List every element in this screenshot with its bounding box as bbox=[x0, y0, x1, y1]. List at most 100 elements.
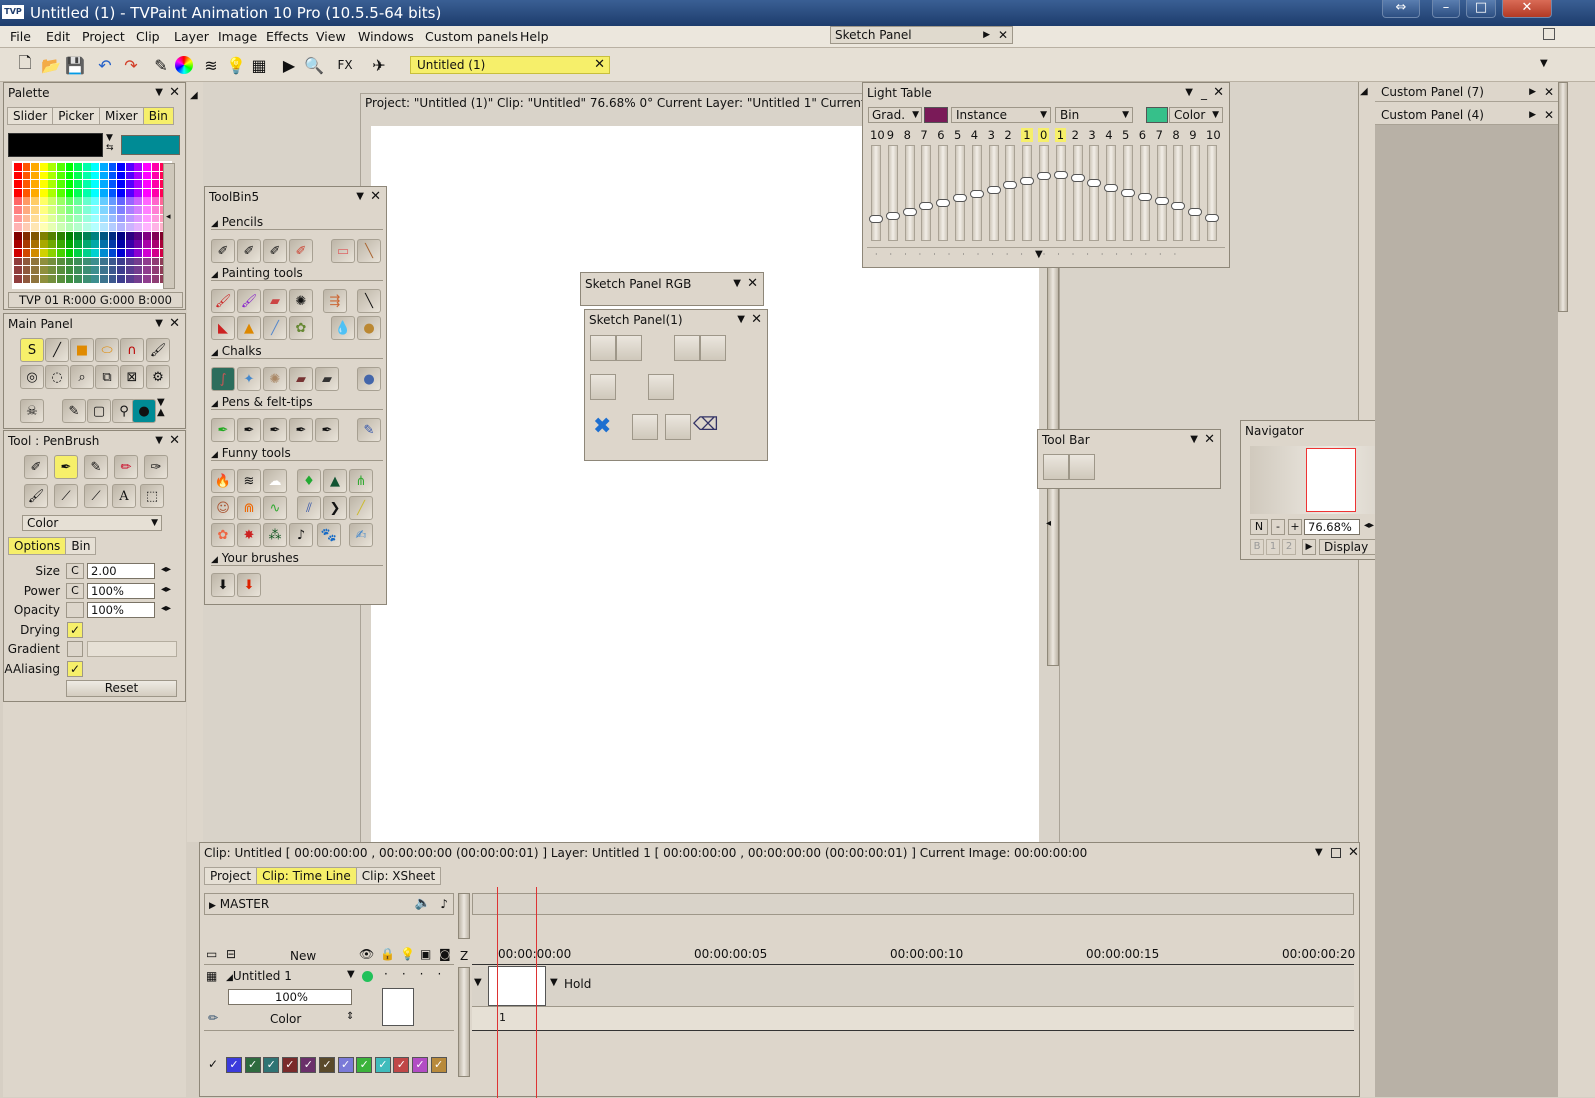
color-swatch[interactable] bbox=[74, 257, 82, 266]
color-swatch[interactable] bbox=[14, 180, 22, 188]
light-table-number[interactable]: 9 bbox=[887, 128, 894, 142]
color-swatch[interactable] bbox=[14, 205, 22, 214]
light-table-slider[interactable] bbox=[1154, 145, 1169, 241]
color-swatch[interactable] bbox=[151, 223, 160, 231]
menu-image[interactable]: Image bbox=[218, 29, 257, 44]
color-swatch[interactable] bbox=[22, 171, 31, 180]
pencil-mode-icon[interactable]: ✎ bbox=[62, 399, 86, 423]
menu-layer[interactable]: Layer bbox=[174, 29, 209, 44]
ink-brush-icon[interactable]: ✑ bbox=[144, 455, 168, 479]
color-swatch[interactable] bbox=[91, 171, 100, 180]
color-swatch[interactable] bbox=[99, 188, 108, 197]
color-swatch[interactable] bbox=[99, 257, 108, 266]
light-table-slider[interactable] bbox=[1121, 145, 1135, 241]
layer-opacity-input[interactable]: 100% bbox=[228, 989, 352, 1005]
color-swatch[interactable] bbox=[125, 231, 134, 240]
color-swatch[interactable] bbox=[117, 266, 125, 274]
fill-tool-icon[interactable]: 🖌 bbox=[146, 338, 170, 362]
color-swatch[interactable] bbox=[91, 188, 100, 197]
paper-plane-icon[interactable]: ✈ bbox=[368, 54, 390, 76]
color-swatch[interactable] bbox=[142, 214, 151, 223]
rectangle-tool-icon[interactable]: ■ bbox=[70, 338, 94, 362]
pen-2-icon[interactable]: ✒ bbox=[237, 418, 261, 442]
layer-mode[interactable]: Color bbox=[270, 1012, 301, 1026]
snake-icon[interactable]: ∿ bbox=[263, 496, 287, 520]
color-swatch[interactable] bbox=[117, 214, 125, 223]
restore-icon[interactable] bbox=[1543, 28, 1555, 40]
nav-play-icon[interactable]: ▶ bbox=[1302, 539, 1316, 555]
color-swatch[interactable] bbox=[125, 274, 134, 283]
color-swatch[interactable] bbox=[39, 274, 48, 283]
close-icon[interactable]: ✕ bbox=[747, 274, 758, 294]
grad-select[interactable]: Grad. ▼ bbox=[868, 107, 922, 123]
audio-settings-icon[interactable]: ♪ bbox=[440, 894, 448, 914]
color-swatch[interactable] bbox=[74, 180, 82, 188]
color-tag[interactable]: ✓ bbox=[226, 1057, 242, 1073]
chevron-right-icon[interactable]: ❯ bbox=[323, 496, 347, 520]
color-swatch[interactable] bbox=[56, 248, 65, 257]
color-swatch[interactable] bbox=[117, 180, 125, 188]
color-swatch[interactable] bbox=[134, 197, 143, 206]
sketch-slot-8[interactable] bbox=[665, 414, 691, 440]
expand-icon[interactable]: ▶ bbox=[209, 901, 216, 911]
color-tag[interactable]: ✓ bbox=[356, 1057, 373, 1073]
color-swatch[interactable] bbox=[151, 257, 160, 266]
selection-tool-icon[interactable]: ⬚ bbox=[140, 484, 164, 508]
water-drop-icon[interactable]: 💧 bbox=[331, 316, 355, 340]
power-input[interactable]: 100% bbox=[87, 583, 155, 599]
collapse-arrow-icon[interactable]: ◢ bbox=[190, 90, 198, 101]
color-swatch[interactable] bbox=[31, 231, 39, 240]
slider-knob[interactable] bbox=[1003, 181, 1018, 190]
color-swatch[interactable] bbox=[108, 163, 117, 171]
color-swatch[interactable] bbox=[125, 257, 134, 266]
color-swatch[interactable] bbox=[142, 197, 151, 206]
floating-sketch-panel[interactable]: Sketch Panel ▶ ✕ bbox=[830, 26, 1013, 44]
section-pencils[interactable]: ◢ Pencils bbox=[211, 215, 383, 230]
opacity-c-button[interactable] bbox=[66, 602, 84, 618]
color-swatch[interactable] bbox=[117, 274, 125, 283]
size-c-button[interactable]: C bbox=[66, 563, 84, 579]
light-table-number[interactable]: 4 bbox=[971, 128, 978, 142]
camera-icon[interactable]: ◙ bbox=[439, 947, 451, 961]
color-swatch[interactable] bbox=[82, 171, 91, 180]
color-swatch[interactable] bbox=[99, 205, 108, 214]
color-swatch[interactable] bbox=[48, 214, 57, 223]
color-swatch[interactable] bbox=[151, 180, 160, 188]
slider-knob[interactable] bbox=[1121, 189, 1135, 198]
color-swatch[interactable] bbox=[125, 223, 134, 231]
color-swatch[interactable] bbox=[134, 180, 143, 188]
color-swatch[interactable] bbox=[125, 171, 134, 180]
color-swatch[interactable] bbox=[48, 163, 57, 171]
color-swatch[interactable] bbox=[74, 171, 82, 180]
gradient-bar[interactable] bbox=[87, 641, 177, 657]
chalk-4-icon[interactable]: ▰ bbox=[289, 367, 313, 391]
close-icon[interactable]: ✕ bbox=[1544, 105, 1554, 125]
eye-icon[interactable]: 👁 bbox=[359, 947, 374, 961]
color-swatch[interactable] bbox=[151, 266, 160, 274]
color-tag[interactable]: ✓ bbox=[374, 1057, 391, 1073]
color-swatch[interactable] bbox=[125, 163, 134, 171]
pencil-2-icon[interactable]: ✐ bbox=[237, 239, 261, 263]
color-swatch[interactable] bbox=[151, 214, 160, 223]
light-table-number[interactable]: 1 bbox=[1054, 128, 1067, 142]
color-tag[interactable]: ✓ bbox=[319, 1057, 335, 1073]
color-swatch[interactable] bbox=[31, 163, 39, 171]
color-swatch[interactable] bbox=[91, 231, 100, 240]
light-table-slider[interactable] bbox=[1137, 145, 1152, 241]
crayon-brush-icon[interactable]: ✏ bbox=[114, 455, 138, 479]
close-button[interactable]: ✕ bbox=[1502, 0, 1552, 18]
color-select[interactable]: Color ▼ bbox=[1169, 107, 1223, 123]
color-swatch[interactable] bbox=[14, 197, 22, 206]
paw-icon[interactable]: 🐾 bbox=[317, 523, 341, 547]
color-swatch[interactable] bbox=[142, 163, 151, 171]
color-swatch[interactable] bbox=[82, 197, 91, 206]
undo-icon[interactable]: ↶ bbox=[94, 54, 116, 76]
dropdown-icon[interactable]: ▼ bbox=[1185, 83, 1193, 103]
document-tab[interactable]: Untitled (1) ✕ bbox=[410, 56, 610, 74]
pen-4-icon[interactable]: ✒ bbox=[289, 418, 313, 442]
light-table-slider[interactable] bbox=[1087, 145, 1102, 241]
paint-brush-icon[interactable]: 🖌 bbox=[24, 484, 48, 508]
color-swatch[interactable] bbox=[39, 240, 48, 249]
close-icon[interactable]: ✕ bbox=[1348, 845, 1359, 860]
color-swatch[interactable] bbox=[31, 240, 39, 249]
